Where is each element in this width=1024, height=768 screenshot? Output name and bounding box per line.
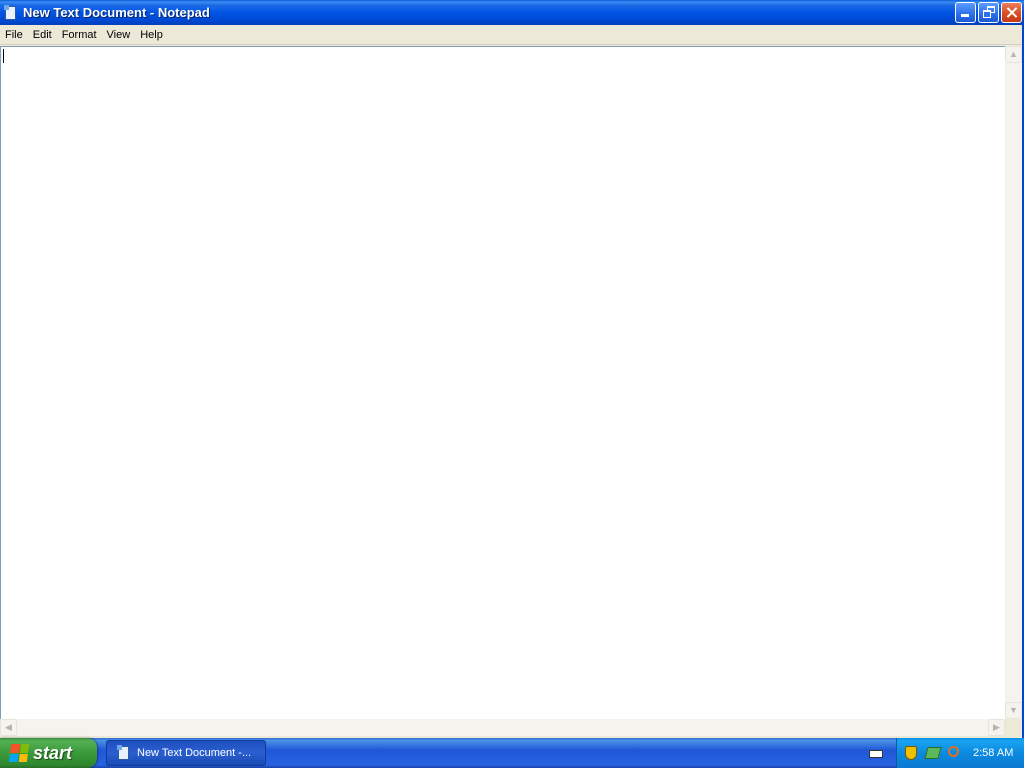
- window-controls: [955, 2, 1022, 23]
- windows-logo-icon: [8, 744, 30, 762]
- search-icon[interactable]: [947, 745, 963, 761]
- taskbar-item-label: New Text Document -...: [137, 747, 252, 759]
- scroll-left-button[interactable]: ◀: [0, 719, 17, 736]
- window-title: New Text Document - Notepad: [23, 5, 210, 20]
- menu-format[interactable]: Format: [57, 29, 102, 41]
- horizontal-scrollbar[interactable]: ◀ ▶: [0, 719, 1005, 736]
- notepad-icon: [117, 745, 131, 761]
- title-bar[interactable]: New Text Document - Notepad: [0, 0, 1024, 25]
- text-editor-area[interactable]: [0, 46, 1005, 719]
- scroll-up-button[interactable]: ▲: [1005, 46, 1022, 63]
- close-button[interactable]: [1001, 2, 1022, 23]
- taskbar-item-notepad[interactable]: New Text Document -...: [106, 740, 266, 766]
- menu-bar: File Edit Format View Help: [0, 25, 1024, 45]
- menu-view[interactable]: View: [102, 29, 136, 41]
- size-grip[interactable]: [1005, 719, 1022, 736]
- notepad-window: New Text Document - Notepad File Edit Fo…: [0, 0, 1024, 738]
- menu-file[interactable]: File: [0, 29, 28, 41]
- menu-help[interactable]: Help: [135, 29, 168, 41]
- notepad-icon[interactable]: [4, 4, 18, 21]
- menu-edit[interactable]: Edit: [28, 29, 57, 41]
- minimize-button[interactable]: [955, 2, 976, 23]
- scroll-right-button[interactable]: ▶: [988, 719, 1005, 736]
- scroll-down-button[interactable]: ▼: [1005, 702, 1022, 719]
- start-button[interactable]: start: [0, 738, 97, 768]
- clock[interactable]: 2:58 AM: [973, 747, 1013, 759]
- start-label: start: [33, 742, 73, 763]
- text-caret: [3, 49, 4, 63]
- network-icon[interactable]: [924, 745, 942, 761]
- vertical-scrollbar[interactable]: ▲ ▼: [1005, 46, 1022, 719]
- system-tray: 2:58 AM: [896, 738, 1024, 768]
- keyboard-icon[interactable]: [868, 746, 884, 760]
- restore-button[interactable]: [978, 2, 999, 23]
- minimize-icon: [961, 14, 969, 17]
- security-shield-icon[interactable]: [903, 745, 919, 761]
